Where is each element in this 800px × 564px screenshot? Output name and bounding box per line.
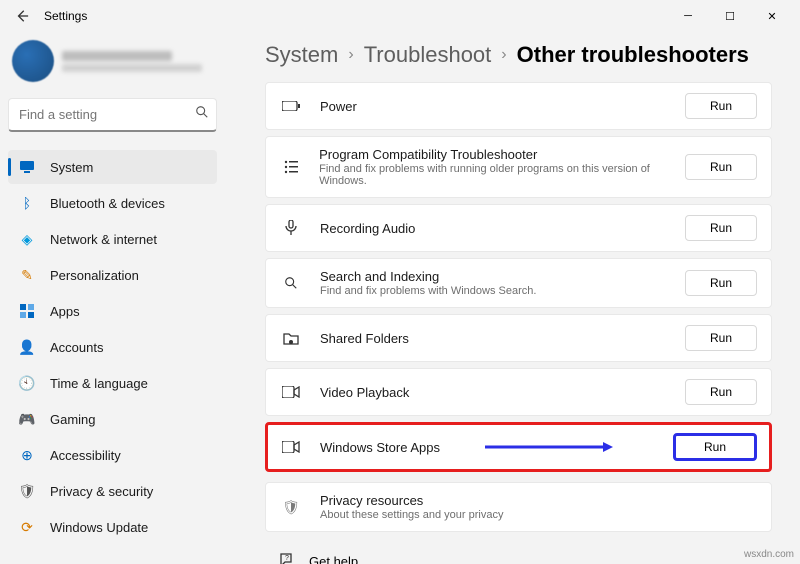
apps-icon bbox=[18, 302, 36, 320]
card-title: Windows Store Apps bbox=[320, 440, 440, 455]
sidebar-item-label: Apps bbox=[50, 304, 80, 319]
sidebar-item-time[interactable]: 🕙 Time & language bbox=[8, 366, 217, 400]
card-title: Privacy resources bbox=[320, 493, 503, 508]
sidebar-item-gaming[interactable]: 🎮 Gaming bbox=[8, 402, 217, 436]
update-icon: ⟳ bbox=[18, 518, 36, 536]
battery-icon bbox=[280, 101, 302, 111]
shield-icon: 🛡 bbox=[18, 482, 36, 500]
sidebar-item-label: Windows Update bbox=[50, 520, 148, 535]
list-icon bbox=[280, 160, 301, 174]
mic-icon bbox=[280, 220, 302, 236]
help-icon: ? bbox=[279, 552, 295, 564]
back-button[interactable] bbox=[8, 2, 36, 30]
account-text bbox=[62, 51, 202, 72]
get-help[interactable]: ? Get help bbox=[265, 538, 772, 564]
avatar bbox=[12, 40, 54, 82]
run-button[interactable]: Run bbox=[685, 215, 757, 241]
annotation-arrow bbox=[485, 441, 615, 453]
close-button[interactable]: ✕ bbox=[752, 2, 792, 30]
card-title: Shared Folders bbox=[320, 331, 409, 346]
sidebar-item-accounts[interactable]: 👤 Accounts bbox=[8, 330, 217, 364]
breadcrumb-system[interactable]: System bbox=[265, 42, 338, 68]
troubleshooter-compat: Program Compatibility Troubleshooter Fin… bbox=[265, 136, 772, 198]
bluetooth-icon: ᛒ bbox=[18, 194, 36, 212]
wifi-icon: ◈ bbox=[18, 230, 36, 248]
account-info[interactable] bbox=[8, 40, 217, 82]
sidebar-item-privacy[interactable]: 🛡 Privacy & security bbox=[8, 474, 217, 508]
card-title: Search and Indexing bbox=[320, 269, 536, 284]
sidebar-item-network[interactable]: ◈ Network & internet bbox=[8, 222, 217, 256]
system-icon bbox=[18, 158, 36, 176]
search-icon bbox=[195, 105, 209, 124]
sidebar-item-apps[interactable]: Apps bbox=[8, 294, 217, 328]
clock-icon: 🕙 bbox=[18, 374, 36, 392]
person-icon: 👤 bbox=[18, 338, 36, 356]
sidebar-item-bluetooth[interactable]: ᛒ Bluetooth & devices bbox=[8, 186, 217, 220]
sidebar-item-label: Gaming bbox=[50, 412, 96, 427]
card-title: Program Compatibility Troubleshooter bbox=[319, 147, 685, 162]
accessibility-icon: ⊕ bbox=[18, 446, 36, 464]
breadcrumb-troubleshoot[interactable]: Troubleshoot bbox=[364, 42, 492, 68]
sidebar-item-accessibility[interactable]: ⊕ Accessibility bbox=[8, 438, 217, 472]
sidebar-item-system[interactable]: System bbox=[8, 150, 217, 184]
sidebar-item-label: Privacy & security bbox=[50, 484, 153, 499]
sidebar-item-label: Bluetooth & devices bbox=[50, 196, 165, 211]
sidebar-item-label: Time & language bbox=[50, 376, 148, 391]
troubleshooter-store: Windows Store Apps Run bbox=[265, 422, 772, 472]
gamepad-icon: 🎮 bbox=[18, 410, 36, 428]
run-button[interactable]: Run bbox=[685, 325, 757, 351]
run-button[interactable]: Run bbox=[685, 154, 757, 180]
search-icon bbox=[280, 276, 302, 290]
troubleshooter-video: Video Playback Run bbox=[265, 368, 772, 416]
sidebar-item-label: Network & internet bbox=[50, 232, 157, 247]
card-desc: Find and fix problems with running older… bbox=[319, 163, 685, 187]
search-box[interactable] bbox=[8, 98, 217, 132]
card-title: Video Playback bbox=[320, 385, 409, 400]
store-icon bbox=[280, 441, 302, 453]
troubleshooter-search: Search and Indexing Find and fix problem… bbox=[265, 258, 772, 308]
sidebar-item-label: Accounts bbox=[50, 340, 103, 355]
card-title: Power bbox=[320, 99, 357, 114]
run-button[interactable]: Run bbox=[685, 379, 757, 405]
troubleshooter-folders: Shared Folders Run bbox=[265, 314, 772, 362]
run-button[interactable]: Run bbox=[685, 270, 757, 296]
folder-share-icon bbox=[280, 331, 302, 345]
shield-icon: 🛡 bbox=[280, 499, 302, 516]
window-controls: ─ ☐ ✕ bbox=[668, 2, 792, 30]
breadcrumb: System › Troubleshoot › Other troublesho… bbox=[265, 42, 772, 68]
card-desc: About these settings and your privacy bbox=[320, 509, 503, 521]
search-input[interactable] bbox=[19, 107, 195, 122]
help-label: Get help bbox=[309, 554, 358, 564]
chevron-right-icon: › bbox=[501, 46, 506, 64]
troubleshooter-power: Power Run bbox=[265, 82, 772, 130]
sidebar-item-update[interactable]: ⟳ Windows Update bbox=[8, 510, 217, 544]
main-content: System › Troubleshoot › Other troublesho… bbox=[225, 32, 800, 564]
troubleshooter-recording: Recording Audio Run bbox=[265, 204, 772, 252]
sidebar-item-label: Personalization bbox=[50, 268, 139, 283]
sidebar-item-label: System bbox=[50, 160, 93, 175]
sidebar-item-personalization[interactable]: ✎ Personalization bbox=[8, 258, 217, 292]
breadcrumb-current: Other troubleshooters bbox=[517, 42, 749, 68]
brush-icon: ✎ bbox=[18, 266, 36, 284]
minimize-button[interactable]: ─ bbox=[668, 2, 708, 30]
sidebar: System ᛒ Bluetooth & devices ◈ Network &… bbox=[0, 32, 225, 564]
svg-text:?: ? bbox=[285, 555, 289, 562]
maximize-button[interactable]: ☐ bbox=[710, 2, 750, 30]
chevron-right-icon: › bbox=[348, 46, 353, 64]
card-title: Recording Audio bbox=[320, 221, 415, 236]
window-title: Settings bbox=[44, 9, 87, 23]
privacy-resources[interactable]: 🛡 Privacy resources About these settings… bbox=[265, 482, 772, 532]
video-icon bbox=[280, 386, 302, 398]
titlebar: Settings ─ ☐ ✕ bbox=[0, 0, 800, 32]
run-button[interactable]: Run bbox=[673, 433, 757, 461]
run-button[interactable]: Run bbox=[685, 93, 757, 119]
sidebar-item-label: Accessibility bbox=[50, 448, 121, 463]
card-desc: Find and fix problems with Windows Searc… bbox=[320, 285, 536, 297]
watermark: wsxdn.com bbox=[744, 549, 794, 560]
